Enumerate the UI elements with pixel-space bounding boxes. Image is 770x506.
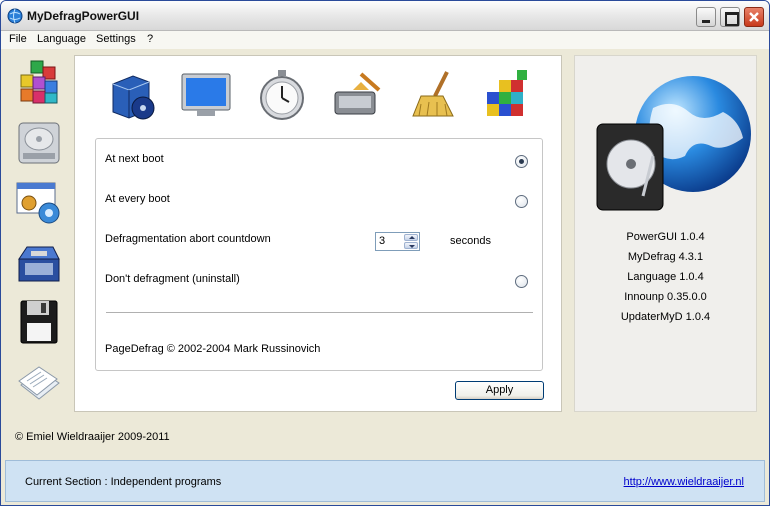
software-box-icon[interactable] [105,68,159,122]
defrag-blocks-icon[interactable] [13,57,65,107]
at-every-boot-radio[interactable] [515,195,528,208]
app-window: MyDefragPowerGUI File Language Settings … [0,0,770,506]
sidebar [11,57,67,407]
countdown-value[interactable]: 3 [379,235,385,247]
menu-file[interactable]: File [9,33,27,45]
menu-help[interactable]: ? [147,33,153,45]
website-link[interactable]: http://www.wieldraaijer.nl [624,476,744,488]
version-updatermyd: UpdaterMyD 1.0.4 [620,311,711,323]
close-icon [749,12,759,22]
menu-settings[interactable]: Settings [96,33,136,45]
countdown-stepper[interactable]: 3 [375,232,420,251]
broom-icon[interactable] [407,68,461,122]
cubes-icon[interactable] [481,68,535,122]
at-every-boot-label: At every boot [105,193,170,205]
version-powergui: PowerGUI 1.0.4 [626,231,705,243]
dont-defrag-label: Don't defragment (uninstall) [105,273,240,285]
apply-button[interactable]: Apply [455,381,544,400]
stepper-buttons [404,234,418,249]
status-bar: Current Section : Independent programs h… [5,460,765,502]
at-next-boot-label: At next boot [105,153,164,165]
version-language: Language 1.0.4 [627,271,704,283]
countdown-label: Defragmentation abort countdown [105,233,271,245]
version-mydefrag: MyDefrag 4.3.1 [627,251,704,263]
divider [106,312,533,313]
monitor-icon[interactable] [179,68,233,122]
globe-hard-drive-icon [596,76,751,211]
version-panel: PowerGUI 1.0.4 MyDefrag 4.3.1 Language 1… [574,55,757,412]
stepper-up-icon[interactable] [404,234,418,241]
toolbox-icon[interactable] [13,237,65,287]
countdown-unit: seconds [450,235,491,247]
maximize-button[interactable] [720,7,740,27]
stepper-down-icon[interactable] [404,242,418,249]
menu-bar: File Language Settings ? [1,31,769,49]
boot-options-group: At next boot At every boot Defragmentati… [95,138,543,371]
hard-drive-icon[interactable] [13,117,65,167]
author-copyright: © Emiel Wieldraaijer 2009-2011 [15,431,170,443]
menu-language[interactable]: Language [37,33,86,45]
close-button[interactable] [744,7,764,27]
title-bar[interactable]: MyDefragPowerGUI [1,1,769,31]
floppy-disk-icon[interactable] [13,297,65,347]
at-next-boot-radio[interactable] [515,155,528,168]
documents-icon[interactable] [13,357,65,407]
pagedefrag-copyright: PageDefrag © 2002-2004 Mark Russinovich [105,343,321,355]
settings-window-icon[interactable] [13,177,65,227]
minimize-button[interactable] [696,7,716,27]
app-globe-icon [7,8,23,24]
current-section-text: Current Section : Independent programs [25,476,222,488]
dont-defrag-radio[interactable] [515,275,528,288]
main-panel: At next boot At every boot Defragmentati… [74,55,562,412]
stopwatch-icon[interactable] [255,68,309,122]
drive-cleanup-icon[interactable] [331,68,385,122]
version-innounp: Innounp 0.35.0.0 [624,291,707,303]
window-title: MyDefragPowerGUI [27,9,140,23]
